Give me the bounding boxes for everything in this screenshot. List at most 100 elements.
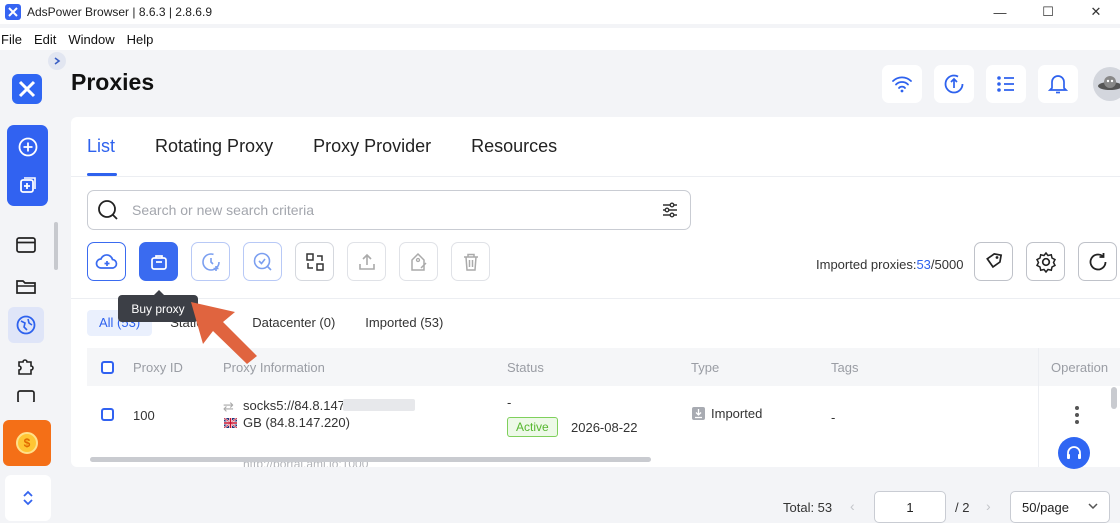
- tag-icon: [985, 252, 1002, 268]
- clock-add-icon: [201, 252, 220, 271]
- tab-list[interactable]: List: [87, 136, 118, 176]
- sync-icon: [944, 74, 964, 94]
- redacted-address: [343, 399, 415, 411]
- settings-button[interactable]: [1026, 242, 1065, 281]
- promo-button[interactable]: $: [3, 420, 51, 466]
- title-bar: AdsPower Browser | 8.6.3 | 2.8.6.9 — ☐ ✕: [0, 0, 1120, 24]
- task-list-button[interactable]: [986, 65, 1026, 103]
- sidebar-logo-icon[interactable]: [12, 74, 42, 104]
- proxies-panel: List Rotating Proxy Proxy Provider Resou…: [71, 117, 1120, 467]
- export-button[interactable]: [347, 242, 386, 281]
- proxy-id: 100: [133, 408, 155, 423]
- minimize-button[interactable]: —: [976, 0, 1024, 24]
- select-all-checkbox[interactable]: [101, 361, 114, 374]
- table-horizontal-scrollbar[interactable]: [90, 457, 651, 462]
- row-more-menu-icon[interactable]: [1075, 406, 1079, 427]
- customer-support-button[interactable]: [1058, 437, 1090, 469]
- annotation-arrow-icon: [191, 302, 257, 364]
- window-title: AdsPower Browser | 8.6.3 | 2.8.6.9: [27, 5, 212, 19]
- status-placeholder: -: [507, 395, 512, 410]
- next-page-icon[interactable]: ›: [986, 498, 991, 514]
- tab-rotating-proxy[interactable]: Rotating Proxy: [155, 136, 273, 176]
- network-status-button[interactable]: [882, 65, 922, 103]
- col-proxy-id[interactable]: Proxy ID: [133, 360, 183, 375]
- maximize-button[interactable]: ☐: [1024, 0, 1072, 24]
- menu-help[interactable]: Help: [127, 32, 154, 47]
- delete-button[interactable]: [451, 242, 490, 281]
- avatar-icon: [1098, 76, 1120, 90]
- chevron-up-down-icon: [23, 490, 33, 506]
- menu-edit[interactable]: Edit: [34, 32, 56, 47]
- col-type: Type: [691, 360, 720, 375]
- import-type-icon: [692, 407, 705, 420]
- proxy-globe-icon: [16, 315, 36, 335]
- sidebar-item-proxies[interactable]: [8, 307, 44, 343]
- col-tags: Tags: [831, 360, 859, 375]
- page-count: / 2: [955, 500, 970, 515]
- sidebar-scrollbar[interactable]: [54, 222, 58, 270]
- chevron-down-icon: [1088, 503, 1098, 510]
- expand-collapse-toggle[interactable]: [5, 475, 51, 521]
- proxy-tags: -: [831, 410, 836, 425]
- prev-page-icon[interactable]: ‹: [850, 498, 855, 514]
- sidebar-item-browser[interactable]: [8, 227, 44, 263]
- edit-tags-button[interactable]: [399, 242, 438, 281]
- protocol-icon: ⇄: [223, 399, 234, 414]
- tab-bar: List Rotating Proxy Proxy Provider Resou…: [87, 136, 597, 176]
- coin-icon: $: [16, 432, 38, 454]
- sidebar-expand-button[interactable]: [48, 52, 66, 70]
- page-number-input[interactable]: 1: [874, 491, 946, 523]
- sidebar-item-more[interactable]: [8, 388, 44, 402]
- col-status: Status: [507, 360, 544, 375]
- table-row[interactable]: 100 ⇄ socks5://84.8.147. GB (84.8.147.22…: [87, 386, 1120, 446]
- detect-proxy-button[interactable]: [243, 242, 282, 281]
- close-button[interactable]: ✕: [1072, 0, 1120, 24]
- menu-window[interactable]: Window: [68, 32, 114, 47]
- add-proxy-button[interactable]: [87, 242, 126, 281]
- cloud-add-icon: [95, 253, 117, 269]
- batch-add-icon[interactable]: [17, 174, 38, 195]
- sync-button[interactable]: [934, 65, 974, 103]
- check-proxy-button[interactable]: [191, 242, 230, 281]
- tab-resources[interactable]: Resources: [471, 136, 557, 176]
- tag-management-button[interactable]: [974, 242, 1013, 281]
- sidebar-item-extensions[interactable]: [8, 348, 44, 384]
- filter-sliders-icon[interactable]: [661, 201, 679, 219]
- table-vertical-scrollbar[interactable]: [1111, 387, 1117, 409]
- sidebar: $: [0, 52, 58, 523]
- toolbar-divider: [71, 298, 1120, 299]
- bell-icon: [1048, 75, 1068, 94]
- search-check-icon: [253, 252, 272, 271]
- briefcase-icon: [17, 390, 35, 402]
- notifications-button[interactable]: [1038, 65, 1078, 103]
- add-profile-icon[interactable]: [17, 136, 38, 157]
- list-icon: [997, 76, 1014, 92]
- puzzle-icon: [18, 359, 34, 375]
- page-size-value: 50/page: [1022, 499, 1069, 515]
- sidebar-item-folders[interactable]: [8, 268, 44, 304]
- uk-flag-icon: [223, 416, 238, 429]
- imported-proxies-count: Imported proxies:53/5000: [816, 257, 964, 272]
- adspower-logo-icon: [5, 4, 21, 20]
- page-title: Proxies: [71, 69, 155, 95]
- replace-proxy-button[interactable]: [295, 242, 334, 281]
- refresh-icon: [1089, 252, 1106, 270]
- swap-icon: [305, 252, 324, 271]
- gear-icon: [1035, 251, 1056, 273]
- search-icon: [97, 199, 119, 221]
- row-checkbox[interactable]: [101, 408, 114, 421]
- search-input[interactable]: Search or new search criteria: [132, 202, 314, 218]
- pagination-total: Total: 53: [783, 500, 833, 515]
- col-operation: Operation: [1051, 360, 1109, 375]
- filter-imported[interactable]: Imported (53): [353, 310, 455, 336]
- refresh-button[interactable]: [1078, 242, 1117, 281]
- tabs-divider: [71, 176, 1120, 177]
- tab-proxy-provider[interactable]: Proxy Provider: [313, 136, 431, 176]
- chevron-right-icon: [54, 57, 61, 65]
- menu-file[interactable]: File: [1, 32, 22, 47]
- shopping-bag-icon: [150, 254, 167, 270]
- page-size-select[interactable]: 50/page: [1010, 491, 1110, 523]
- user-avatar[interactable]: [1093, 67, 1120, 101]
- search-box[interactable]: Search or new search criteria: [87, 190, 691, 230]
- buy-proxy-button[interactable]: [139, 242, 178, 281]
